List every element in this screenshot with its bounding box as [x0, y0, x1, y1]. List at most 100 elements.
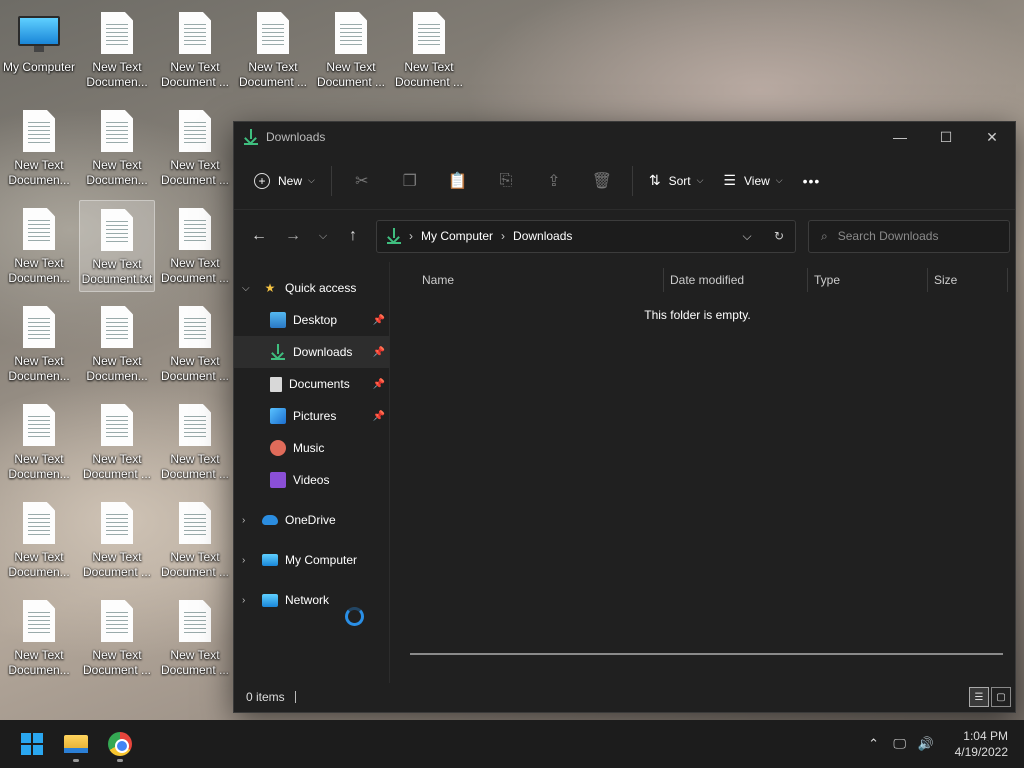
horizontal-scrollbar[interactable] — [410, 653, 1003, 655]
nav-pictures[interactable]: Pictures 📌 — [234, 400, 389, 432]
clipboard-icon: 📋 — [447, 172, 468, 190]
sort-button[interactable]: ⇅ Sort ⌵ — [639, 164, 714, 198]
nav-downloads[interactable]: Downloads 📌 — [234, 336, 389, 368]
desktop-icon-text-doc[interactable]: New Text Document ... — [79, 494, 155, 586]
desktop-icon-text-doc[interactable]: New Text Document ... — [79, 396, 155, 488]
taskbar-chrome[interactable] — [98, 724, 142, 764]
back-button[interactable]: ← — [242, 220, 276, 252]
nav-videos[interactable]: Videos — [234, 464, 389, 496]
desktop-icon-text-doc-selected[interactable]: New Text Document.txt — [79, 200, 155, 292]
search-box[interactable]: ⌕ — [808, 219, 1010, 253]
show-hidden-icons-button[interactable]: ⌃ — [861, 736, 887, 752]
start-button[interactable] — [10, 724, 54, 764]
copy-icon: ❐ — [402, 172, 418, 190]
network-status-icon[interactable]: 🖵 — [887, 736, 913, 752]
scissors-icon: ✂ — [355, 172, 369, 190]
pin-icon: 📌 — [372, 314, 385, 326]
copy-button[interactable]: ❐ — [386, 164, 434, 198]
text-document-icon — [101, 209, 133, 251]
arrow-right-icon: → — [285, 227, 301, 244]
file-list-pane[interactable]: Name Date modified Type Size This folder… — [390, 262, 1015, 683]
column-header-type[interactable]: Type — [808, 268, 928, 292]
desktop-icon-text-doc[interactable]: New Text Documen... — [79, 298, 155, 390]
desktop-icon-text-doc[interactable]: New Text Document ... — [157, 396, 233, 488]
desktop-icon-text-doc[interactable]: New Text Document ... — [313, 4, 389, 96]
address-input[interactable]: › My Computer › Downloads ⌵ ↻ — [376, 219, 796, 253]
network-icon — [262, 593, 278, 607]
minimize-button[interactable]: — — [877, 122, 923, 152]
text-document-icon — [179, 502, 211, 544]
text-document-icon — [23, 502, 55, 544]
rename-button[interactable]: ⎘ — [482, 164, 530, 198]
cloud-icon — [262, 515, 278, 525]
title-bar[interactable]: Downloads — ☐ ✕ — [234, 122, 1015, 152]
desktop-icon-text-doc[interactable]: New Text Document ... — [157, 494, 233, 586]
column-header-name[interactable]: Name — [390, 268, 664, 292]
new-button[interactable]: + New ⌵ — [244, 164, 325, 198]
forward-button[interactable]: → — [276, 220, 310, 252]
desktop-icon-text-doc[interactable]: New Text Documen... — [1, 102, 77, 194]
chevron-down-icon: ⌵ — [775, 175, 783, 185]
desktop-icon-text-doc[interactable]: New Text Document ... — [235, 4, 311, 96]
nav-desktop[interactable]: Desktop 📌 — [234, 304, 389, 336]
desktop-icon-text-doc[interactable]: New Text Documen... — [79, 102, 155, 194]
recent-locations-button[interactable]: ⌵ — [310, 220, 336, 252]
desktop-icon-text-doc[interactable]: New Text Documen... — [1, 494, 77, 586]
sort-arrows-icon: ⇅ — [648, 172, 661, 188]
text-document-icon — [101, 404, 133, 446]
refresh-button[interactable]: ↻ — [763, 229, 795, 243]
desktop-icon-label: New Text Document ... — [394, 60, 464, 89]
details-view-button[interactable]: ☰ — [969, 687, 989, 707]
share-button[interactable]: ⇪ — [530, 164, 578, 198]
maximize-button[interactable]: ☐ — [923, 122, 969, 152]
desktop-icon-text-doc[interactable]: New Text Document ... — [391, 4, 467, 96]
column-header-date-modified[interactable]: Date modified — [664, 268, 808, 292]
desktop-icon-text-doc[interactable]: New Text Documen... — [1, 396, 77, 488]
delete-button[interactable]: 🗑 — [578, 164, 626, 198]
text-document-icon — [179, 12, 211, 54]
cut-button[interactable]: ✂ — [338, 164, 386, 198]
share-icon: ⇪ — [547, 172, 561, 190]
details-view-icon: ☰ — [974, 691, 984, 703]
nav-music[interactable]: Music — [234, 432, 389, 464]
desktop-icon-text-doc[interactable]: New Text Document ... — [157, 592, 233, 684]
desktop-icon-text-doc[interactable]: New Text Documen... — [1, 200, 77, 292]
nav-network[interactable]: › Network — [234, 584, 389, 616]
taskbar-file-explorer[interactable] — [54, 724, 98, 764]
address-actions: ⌵ ↻ — [731, 229, 795, 244]
paste-button[interactable]: 📋 — [434, 164, 482, 198]
large-icons-view-button[interactable]: ▢ — [991, 687, 1011, 707]
computer-icon — [18, 16, 60, 52]
up-button[interactable]: ↑ — [336, 220, 370, 252]
videos-icon — [270, 472, 286, 488]
text-document-icon — [101, 110, 133, 152]
desktop-icon-text-doc[interactable]: New Text Documen... — [1, 592, 77, 684]
desktop-icon-text-doc[interactable]: New Text Document ... — [157, 102, 233, 194]
breadcrumb-my-computer[interactable]: My Computer — [421, 229, 493, 243]
more-options-button[interactable]: ••• — [793, 164, 831, 198]
address-history-dropdown[interactable]: ⌵ — [731, 229, 763, 244]
search-input[interactable] — [837, 229, 998, 243]
volume-icon[interactable]: 🔊 — [913, 736, 939, 752]
nav-my-computer[interactable]: › My Computer — [234, 544, 389, 576]
desktop-icon-my-computer[interactable]: My Computer — [1, 4, 77, 96]
desktop-icon-text-doc[interactable]: New Text Documen... — [1, 298, 77, 390]
desktop-icon-text-doc[interactable]: New Text Documen... — [79, 4, 155, 96]
desktop-icon-text-doc[interactable]: New Text Document ... — [157, 200, 233, 292]
clock[interactable]: 1:04 PM 4/19/2022 — [955, 728, 1008, 760]
desktop-icon-text-doc[interactable]: New Text Document ... — [157, 4, 233, 96]
windows-logo-icon — [21, 733, 43, 755]
desktop-icon-label: New Text Document ... — [160, 648, 230, 677]
desktop-icon-text-doc[interactable]: New Text Document ... — [79, 592, 155, 684]
nav-onedrive[interactable]: › OneDrive — [234, 504, 389, 536]
desktop-icon-text-doc[interactable]: New Text Document ... — [157, 298, 233, 390]
running-indicator — [117, 759, 123, 762]
view-button[interactable]: ☰ View ⌵ — [713, 164, 792, 198]
column-header-size[interactable]: Size — [928, 268, 1008, 292]
nav-documents[interactable]: Documents 📌 — [234, 368, 389, 400]
close-button[interactable]: ✕ — [969, 122, 1015, 152]
text-document-icon — [23, 306, 55, 348]
desktop-icon-label: New Text Documen... — [86, 60, 148, 89]
breadcrumb-downloads[interactable]: Downloads — [513, 229, 572, 243]
nav-quick-access[interactable]: ⌵ ★ Quick access — [234, 272, 389, 304]
